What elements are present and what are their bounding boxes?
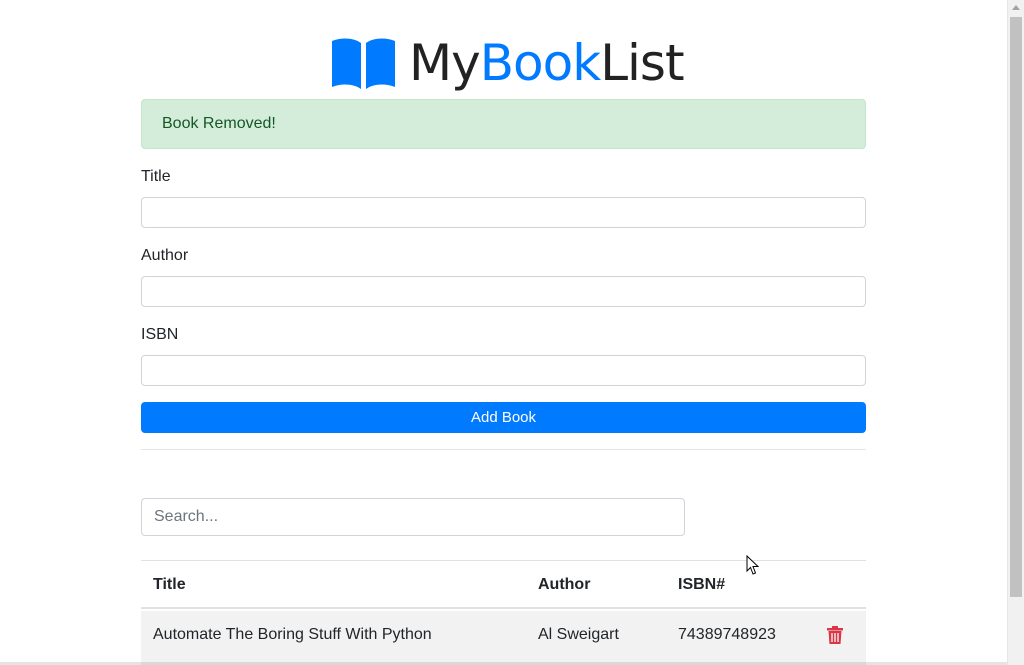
row-title: Automate The Boring Stuff With Python bbox=[153, 626, 432, 643]
trash-icon[interactable] bbox=[827, 626, 843, 644]
column-header-author: Author bbox=[538, 576, 591, 593]
add-book-button[interactable]: Add Book bbox=[141, 402, 866, 433]
isbn-input[interactable] bbox=[141, 355, 866, 386]
title-label: Title bbox=[141, 168, 171, 185]
success-alert: Book Removed! bbox=[141, 99, 866, 149]
brand-title-part-list: List bbox=[600, 34, 684, 92]
brand-title-part-my: My bbox=[409, 34, 481, 92]
scroll-up-arrow-icon[interactable] bbox=[1012, 5, 1020, 10]
mouse-cursor-icon bbox=[746, 555, 760, 575]
app-page: MyBookList Book Removed! Title Author IS… bbox=[0, 0, 1007, 665]
table-row: Automate The Boring Stuff With Python Al… bbox=[141, 611, 866, 665]
scrollbar-thumb[interactable] bbox=[1010, 17, 1022, 597]
divider bbox=[141, 449, 866, 450]
author-input[interactable] bbox=[141, 276, 866, 307]
column-header-isbn: ISBN# bbox=[678, 576, 726, 593]
book-open-icon bbox=[332, 38, 395, 89]
title-input[interactable] bbox=[141, 197, 866, 228]
column-header-title: Title bbox=[153, 576, 186, 593]
search-input[interactable] bbox=[141, 498, 685, 536]
row-author: Al Sweigart bbox=[538, 626, 619, 643]
brand-title-part-book: Book bbox=[479, 34, 601, 92]
author-label: Author bbox=[141, 247, 189, 264]
isbn-label: ISBN bbox=[141, 326, 179, 343]
row-isbn: 74389748923 bbox=[678, 626, 776, 643]
brand-header: MyBookList bbox=[332, 33, 685, 93]
brand-title: MyBookList bbox=[409, 33, 685, 93]
vertical-scrollbar[interactable] bbox=[1007, 0, 1024, 665]
